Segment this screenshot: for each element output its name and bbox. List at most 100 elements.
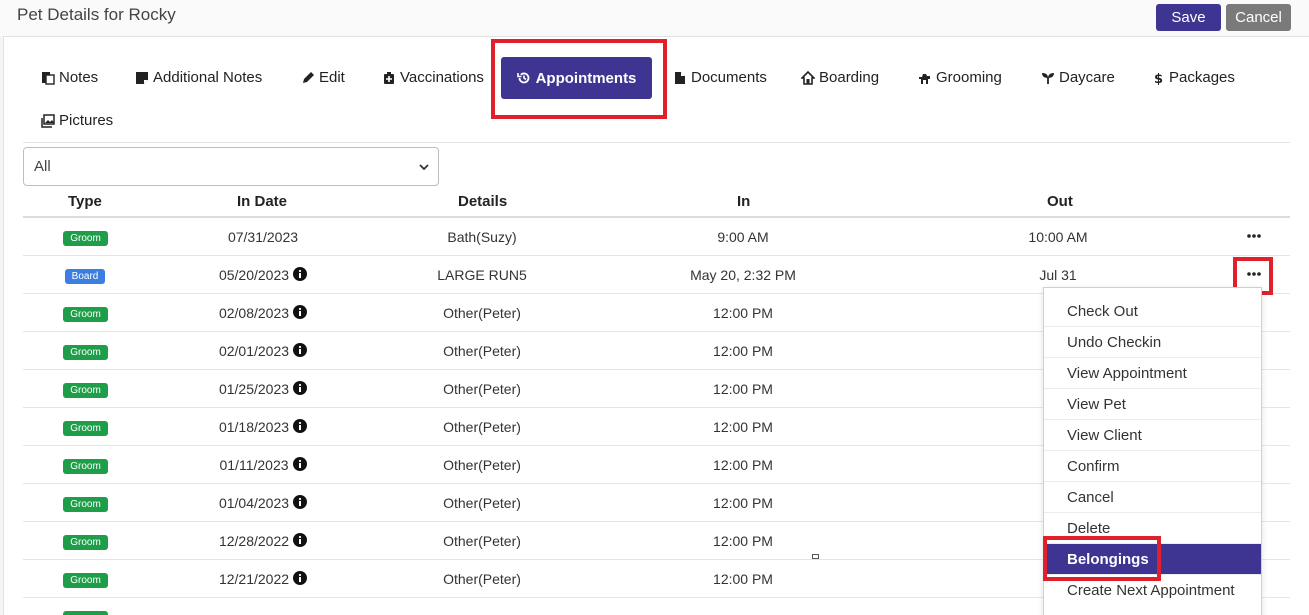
select-value: All xyxy=(34,158,51,175)
in-cell: 12:00 PM xyxy=(713,343,773,359)
tab-label: Edit xyxy=(319,69,345,86)
in-date-cell: 01/04/2023 xyxy=(173,484,353,522)
info-circle-icon[interactable] xyxy=(293,571,308,585)
in-date-text: 02/01/2023 xyxy=(218,343,290,359)
tab-grooming[interactable]: Grooming xyxy=(918,67,1002,89)
in-date-cell: 01/18/2023 xyxy=(173,408,353,446)
in-date-text: 01/18/2023 xyxy=(218,419,290,435)
in-date-cell: 01/25/2023 xyxy=(173,370,353,408)
tab-documents[interactable]: Documents xyxy=(673,67,767,89)
tab-notes[interactable]: Notes xyxy=(41,67,98,89)
tab-boarding[interactable]: Boarding xyxy=(801,67,879,89)
menu-item-cancel[interactable]: Cancel xyxy=(1044,482,1261,513)
details-cell: Other(Peter) xyxy=(443,343,521,359)
menu-item-confirm[interactable]: Confirm xyxy=(1044,451,1261,482)
row-actions-ellipsis-icon[interactable] xyxy=(1246,228,1262,244)
type-badge: Groom xyxy=(63,421,108,436)
in-date-cell: 12/28/2022 xyxy=(173,522,353,560)
menu-item-create-next-appointment[interactable]: Create Next Appointment xyxy=(1044,575,1261,606)
in-date-text: 01/11/2023 xyxy=(219,457,289,473)
tab-packages[interactable]: $ Packages xyxy=(1151,67,1235,89)
tab-appointments[interactable]: Appointments xyxy=(501,57,652,99)
in-cell: May 20, 2:32 PM xyxy=(690,267,796,283)
page-title: Pet Details for Rocky xyxy=(17,5,176,24)
info-circle-icon[interactable] xyxy=(293,343,308,357)
tab-label: Vaccinations xyxy=(400,69,484,86)
menu-item-check-out[interactable]: Check Out xyxy=(1044,296,1261,327)
column-header-out: Out xyxy=(1047,193,1073,210)
info-circle-icon[interactable] xyxy=(293,267,308,281)
details-cell: Other(Peter) xyxy=(443,457,521,473)
menu-item-view-appointment[interactable]: View Appointment xyxy=(1044,358,1261,389)
svg-text:$: $ xyxy=(1154,72,1163,85)
info-circle-icon[interactable] xyxy=(293,381,308,395)
seedling-icon xyxy=(1042,73,1054,84)
column-header-in: In xyxy=(737,193,751,210)
in-date-text: 01/04/2023 xyxy=(218,495,290,511)
info-circle-icon[interactable] xyxy=(293,305,308,319)
menu-item-view-pet[interactable]: View Pet xyxy=(1044,389,1261,420)
in-cell: 9:00 AM xyxy=(717,229,769,245)
tab-label: Pictures xyxy=(59,112,114,129)
type-filter-select[interactable]: All xyxy=(23,147,439,186)
in-date-cell: 02/08/2023 xyxy=(173,294,353,332)
menu-item-delete[interactable]: Delete xyxy=(1044,513,1261,544)
notes-icon xyxy=(42,72,55,85)
row-actions-menu: Check Out Undo Checkin View Appointment … xyxy=(1043,287,1262,615)
type-badge: Groom xyxy=(63,345,108,360)
details-cell: Other(Peter) xyxy=(443,533,521,549)
menu-item-undo-checkin[interactable]: Undo Checkin xyxy=(1044,327,1261,358)
type-badge: Groom xyxy=(63,573,108,588)
info-circle-icon[interactable] xyxy=(293,495,308,509)
details-cell: LARGE RUN5 xyxy=(437,267,527,283)
type-badge: Groom xyxy=(63,497,108,512)
type-badge: Groom xyxy=(63,459,108,474)
menu-item-view-client[interactable]: View Client xyxy=(1044,420,1261,451)
top-bar: Pet Details for Rocky Save Cancel xyxy=(0,0,1309,36)
details-cell: Other(Peter) xyxy=(443,495,521,511)
cancel-button[interactable]: Cancel xyxy=(1226,4,1291,31)
in-date-text: 01/25/2023 xyxy=(218,381,290,397)
menu-item-belongings[interactable]: Belongings xyxy=(1044,544,1261,575)
type-badge xyxy=(63,611,108,615)
in-cell: 12:00 PM xyxy=(713,305,773,321)
history-icon xyxy=(516,72,529,84)
in-cell: 12:00 PM xyxy=(713,495,773,511)
file-icon xyxy=(675,72,685,84)
in-cell: 12:00 PM xyxy=(713,419,773,435)
in-date-cell: 12/21/2022 xyxy=(173,560,353,598)
out-cell: 10:00 AM xyxy=(1028,229,1088,245)
type-badge: Groom xyxy=(63,535,108,550)
tab-label: Appointments xyxy=(535,69,637,87)
type-badge: Groom xyxy=(63,307,108,322)
details-cell: Other(Peter) xyxy=(443,571,521,587)
info-circle-icon[interactable] xyxy=(292,457,307,471)
column-header-type: Type xyxy=(68,193,102,210)
tab-edit[interactable]: Edit xyxy=(301,67,345,89)
info-circle-icon[interactable] xyxy=(293,533,308,547)
column-header-in-date: In Date xyxy=(237,193,288,210)
pencil-icon xyxy=(303,72,314,83)
tabs-divider xyxy=(23,142,1290,143)
sticky-note-icon xyxy=(136,72,148,84)
tab-additional-notes[interactable]: Additional Notes xyxy=(135,67,262,89)
tab-label: Packages xyxy=(1169,69,1235,86)
in-cell: 12:00 PM xyxy=(713,571,773,587)
in-date-cell: 07/31/2023 xyxy=(227,229,299,245)
tab-label: Boarding xyxy=(819,69,880,86)
cursor-marker xyxy=(812,554,819,559)
in-cell: 12:00 PM xyxy=(713,457,773,473)
details-cell: Other(Peter) xyxy=(443,305,521,321)
tab-daycare[interactable]: Daycare xyxy=(1041,67,1115,89)
info-circle-icon[interactable] xyxy=(293,419,308,433)
tab-label: Documents xyxy=(691,69,767,86)
save-button[interactable]: Save xyxy=(1156,4,1221,31)
in-cell: 12:00 PM xyxy=(713,381,773,397)
in-date-cell: 02/01/2023 xyxy=(173,332,353,370)
tab-pictures[interactable]: Pictures xyxy=(41,110,113,132)
in-date-cell: 01/11/2023 xyxy=(173,446,353,484)
table-row[interactable]: Groom 07/31/2023 Bath(Suzy) 9:00 AM 10:0… xyxy=(23,218,1290,256)
type-badge: Board xyxy=(65,269,105,284)
row-actions-ellipsis-icon[interactable] xyxy=(1246,266,1262,282)
tab-vaccinations[interactable]: Vaccinations xyxy=(382,67,484,89)
